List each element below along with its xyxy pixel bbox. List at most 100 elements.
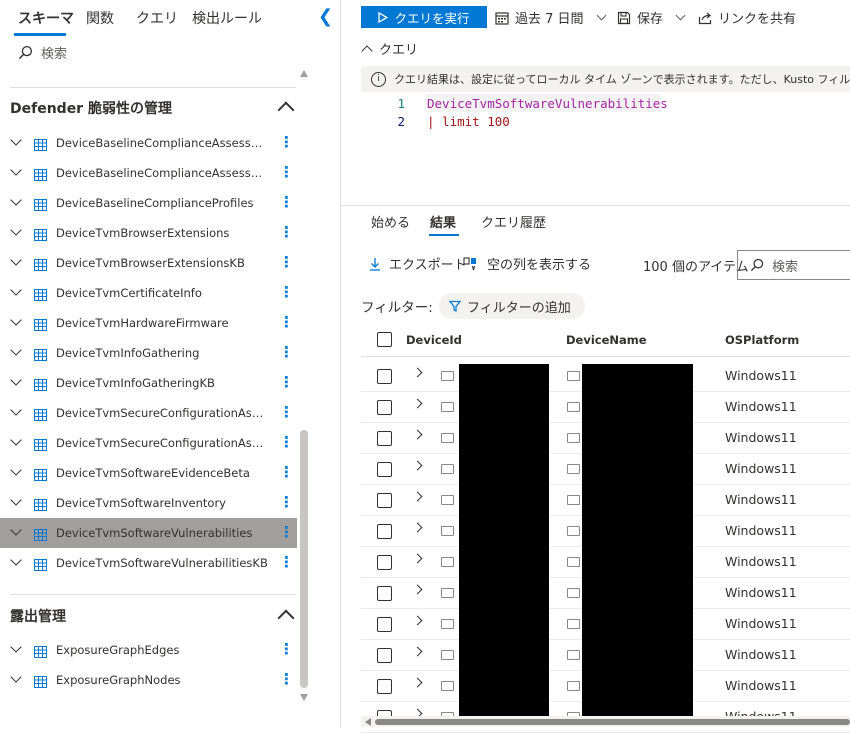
table-list-item[interactable]: DeviceTvmSoftwareVulnerabilitiesKB ⋮ [0,548,297,578]
section-collapse-chevron-icon[interactable] [277,101,295,119]
more-options-icon[interactable]: ⋮ [279,374,294,390]
more-options-icon[interactable]: ⋮ [279,524,294,540]
expand-chevron-icon[interactable] [10,284,22,296]
table-list-item[interactable]: DeviceTvmInfoGathering ⋮ [0,338,297,368]
expand-row-chevron-icon[interactable] [412,553,423,564]
column-header-devicename[interactable]: DeviceName [566,333,647,347]
expand-row-chevron-icon[interactable] [412,677,423,688]
expand-row-chevron-icon[interactable] [412,398,423,409]
table-list-item[interactable]: DeviceBaselineComplianceProfiles ⋮ [0,188,297,218]
expand-chevron-icon[interactable] [10,254,22,266]
schema-scrollbar-thumb[interactable] [300,430,308,688]
expand-chevron-icon[interactable] [10,194,22,206]
table-list-item[interactable]: DeviceTvmSoftwareInventory ⋮ [0,488,297,518]
results-horizontal-scrollbar-thumb[interactable] [375,719,850,725]
table-list-item[interactable]: DeviceTvmBrowserExtensionsKB ⋮ [0,248,297,278]
more-options-icon[interactable]: ⋮ [279,254,294,270]
expand-chevron-icon[interactable] [10,434,22,446]
export-button[interactable]: エクスポート [369,254,467,273]
row-checkbox[interactable] [377,524,392,539]
expand-chevron-icon[interactable] [10,641,22,653]
table-list-item[interactable]: DeviceBaselineComplianceAssessment ⋮ [0,128,297,158]
expand-row-chevron-icon[interactable] [412,429,423,440]
expand-row-chevron-icon[interactable] [412,646,423,657]
tab-schema[interactable]: スキーマ [18,8,74,28]
table-list-item[interactable]: DeviceTvmSecureConfigurationAssessmentKB… [0,428,297,458]
expand-chevron-icon[interactable] [10,494,22,506]
row-checkbox[interactable] [377,648,392,663]
table-list-item[interactable]: DeviceTvmBrowserExtensions ⋮ [0,218,297,248]
scroll-up-arrow-icon[interactable] [300,70,308,77]
share-link-button[interactable]: リンクを共有 [698,8,796,27]
tab-results[interactable]: 結果 [430,212,456,231]
expand-chevron-icon[interactable] [10,524,22,536]
more-options-icon[interactable]: ⋮ [279,224,294,240]
more-options-icon[interactable]: ⋮ [279,494,294,510]
row-checkbox[interactable] [377,679,392,694]
table-list-item[interactable]: DeviceTvmSoftwareEvidenceBeta ⋮ [0,458,297,488]
row-checkbox[interactable] [377,586,392,601]
row-checkbox[interactable] [377,431,392,446]
time-range-dropdown[interactable]: 過去 7 日間 [495,8,606,27]
expand-chevron-icon[interactable] [10,224,22,236]
more-options-icon[interactable]: ⋮ [279,134,294,150]
expand-chevron-icon[interactable] [10,374,22,386]
scroll-left-arrow-icon[interactable] [365,718,371,726]
collapse-panel-chevron-icon[interactable]: ❮ [318,6,333,27]
expand-chevron-icon[interactable] [10,464,22,476]
expand-row-chevron-icon[interactable] [412,491,423,502]
more-options-icon[interactable]: ⋮ [279,344,294,360]
table-list-item[interactable]: DeviceTvmSecureConfigurationAssessment ⋮ [0,398,297,428]
more-options-icon[interactable]: ⋮ [279,194,294,210]
results-search-input[interactable]: 検索 [737,250,850,280]
row-checkbox[interactable] [377,369,392,384]
run-query-button[interactable]: クエリを実行 [361,6,487,28]
section-collapse-chevron-icon[interactable] [277,609,295,627]
save-dropdown[interactable]: 保存 [617,8,686,27]
row-checkbox[interactable] [377,617,392,632]
table-list-item[interactable]: DeviceTvmSoftwareVulnerabilities ⋮ [0,518,297,548]
table-list-item[interactable]: DeviceTvmHardwareFirmware ⋮ [0,308,297,338]
scroll-down-arrow-icon[interactable] [300,694,308,701]
tab-query-history[interactable]: クエリ履歴 [481,212,546,231]
column-header-deviceid[interactable]: DeviceId [406,333,462,347]
more-options-icon[interactable]: ⋮ [279,554,294,570]
table-list-item[interactable]: ExposureGraphEdges ⋮ [0,635,297,665]
query-line-1[interactable]: DeviceTvmSoftwareVulnerabilities [427,96,668,111]
expand-chevron-icon[interactable] [10,554,22,566]
table-list-item[interactable]: DeviceTvmInfoGatheringKB ⋮ [0,368,297,398]
table-list-item[interactable]: DeviceTvmCertificateInfo ⋮ [0,278,297,308]
table-list-item[interactable]: ExposureGraphNodes ⋮ [0,665,297,695]
more-options-icon[interactable]: ⋮ [279,284,294,300]
editor-results-splitter[interactable] [341,205,850,206]
more-options-icon[interactable]: ⋮ [279,314,294,330]
row-checkbox[interactable] [377,462,392,477]
expand-chevron-icon[interactable] [10,314,22,326]
more-options-icon[interactable]: ⋮ [279,404,294,420]
expand-chevron-icon[interactable] [10,134,22,146]
expand-row-chevron-icon[interactable] [412,615,423,626]
expand-chevron-icon[interactable] [10,164,22,176]
expand-row-chevron-icon[interactable] [412,367,423,378]
row-checkbox[interactable] [377,400,392,415]
query-section-toggle[interactable]: クエリ [361,39,418,58]
more-options-icon[interactable]: ⋮ [279,434,294,450]
expand-chevron-icon[interactable] [10,671,22,683]
expand-row-chevron-icon[interactable] [412,584,423,595]
expand-row-chevron-icon[interactable] [412,522,423,533]
row-checkbox[interactable] [377,555,392,570]
add-filter-button[interactable]: フィルターの追加 [439,293,585,319]
table-list-item[interactable]: DeviceBaselineComplianceAssessmentKB ⋮ [0,158,297,188]
show-empty-columns-button[interactable]: 空の列を表示する [463,254,591,273]
tab-queries[interactable]: クエリ [136,8,178,28]
tab-get-started[interactable]: 始める [371,212,410,231]
query-line-2[interactable]: | limit 100 [427,114,510,129]
more-options-icon[interactable]: ⋮ [279,641,294,657]
tab-detection-rules[interactable]: 検出ルール [192,8,262,28]
column-header-osplatform[interactable]: OSPlatform [725,333,799,347]
expand-chevron-icon[interactable] [10,344,22,356]
select-all-checkbox[interactable] [377,332,392,347]
row-checkbox[interactable] [377,493,392,508]
more-options-icon[interactable]: ⋮ [279,164,294,180]
more-options-icon[interactable]: ⋮ [279,671,294,687]
